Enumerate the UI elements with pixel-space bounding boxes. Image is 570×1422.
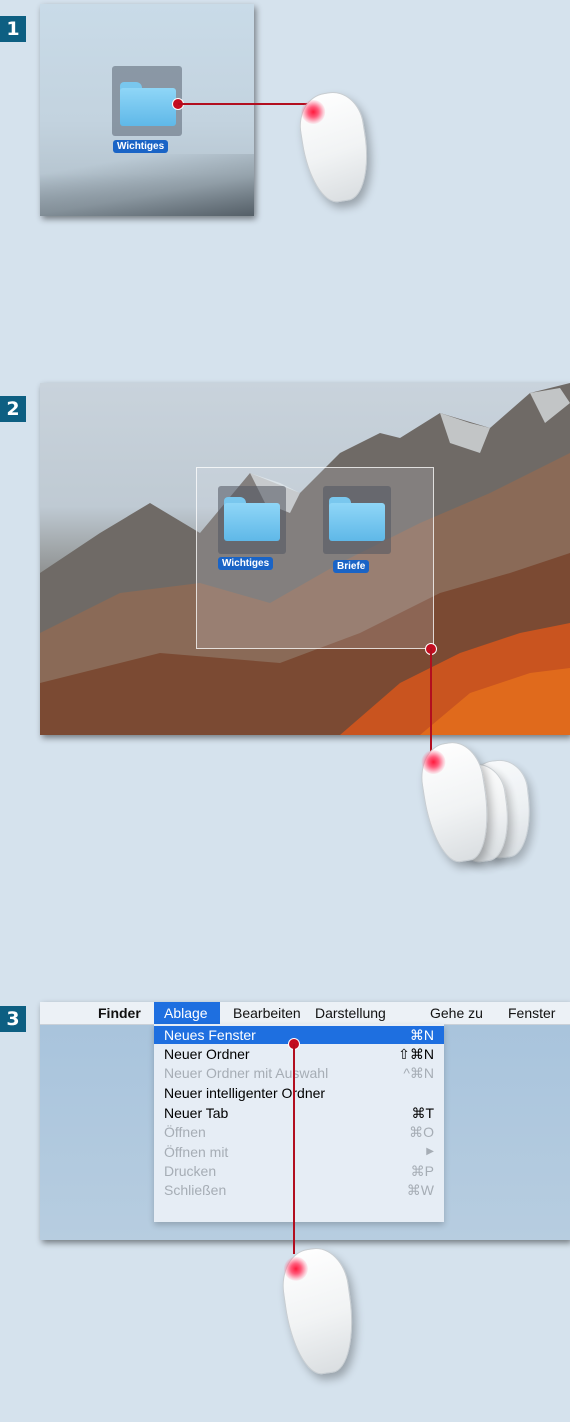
menu-item-neuer-ordner-mit-auswahl: Neuer Ordner mit Auswahl ^⌘N <box>164 1065 434 1081</box>
step-2-badge: 2 <box>0 396 26 422</box>
menu-ablage[interactable]: Ablage <box>154 1002 220 1024</box>
menu-item-neuer-intelligenter-ordner[interactable]: Neuer intelligenter Ordner <box>154 1084 444 1102</box>
folder-label[interactable]: Wichtiges <box>113 140 169 153</box>
step-2-desktop: Wichtiges Briefe <box>40 383 570 735</box>
folder-label-wichtiges[interactable]: Wichtiges <box>218 557 274 570</box>
menu-gehe-zu[interactable]: Gehe zu <box>430 1002 483 1024</box>
folder-icon-briefe[interactable] <box>329 497 385 541</box>
menu-fenster[interactable]: Fenster <box>508 1002 555 1024</box>
step-1-badge: 1 <box>0 16 26 42</box>
menu-item-drucken: Drucken ⌘P <box>164 1163 434 1179</box>
left-click-indicator <box>282 1255 310 1283</box>
step-3-desktop: Finder Ablage Bearbeiten Darstellung Geh… <box>40 1002 570 1240</box>
step-1-desktop: Wichtiges <box>40 4 254 216</box>
menu-item-oeffnen-mit: Öffnen mit ▶ <box>164 1144 434 1160</box>
folder-label-briefe[interactable]: Briefe <box>333 560 370 573</box>
mouse-icon <box>294 87 376 207</box>
connector-line <box>293 1044 295 1254</box>
menu-darstellung[interactable]: Darstellung <box>315 1002 386 1024</box>
menu-finder[interactable]: Finder <box>98 1002 141 1024</box>
menu-bar: Finder Ablage Bearbeiten Darstellung Geh… <box>40 1002 570 1025</box>
menu-bearbeiten[interactable]: Bearbeiten <box>233 1002 301 1024</box>
step-3-badge: 3 <box>0 1006 26 1032</box>
connector-line <box>178 103 308 105</box>
folder-icon-wichtiges[interactable] <box>224 497 280 541</box>
mouse-icon <box>277 1244 361 1378</box>
menu-item-oeffnen: Öffnen ⌘O <box>164 1124 434 1140</box>
menu-item-neuer-ordner[interactable]: Neuer Ordner ⇧⌘N <box>154 1045 444 1063</box>
folder-icon[interactable] <box>120 82 176 126</box>
ablage-dropdown-menu: Neues Fenster ⌘N Neuer Ordner ⇧⌘N Neuer Or… <box>154 1024 444 1222</box>
connector-line <box>430 648 432 760</box>
left-click-indicator <box>419 748 448 776</box>
mountain-haze <box>40 154 254 216</box>
menu-item-neuer-tab[interactable]: Neuer Tab ⌘T <box>154 1104 444 1122</box>
menu-item-schliessen: Schließen ⌘W <box>164 1182 434 1198</box>
